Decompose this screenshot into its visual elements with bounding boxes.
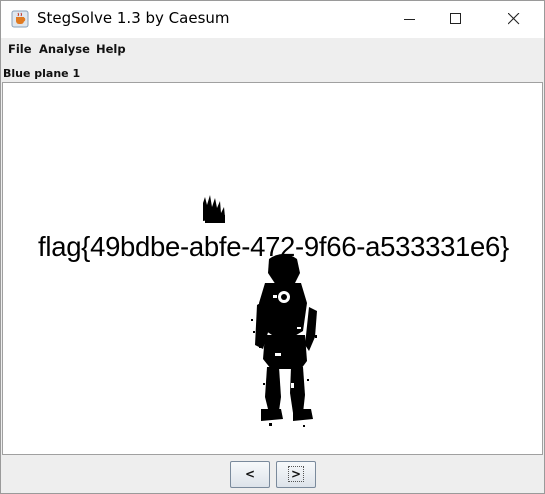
next-plane-button[interactable]: > [276,461,316,488]
menu-file[interactable]: File [8,42,32,56]
window-title: StegSolve 1.3 by Caesum [37,9,230,27]
flag-text: flag{49bdbe-abfe-472-9f66-a533331e6} [38,231,509,262]
close-button[interactable] [491,1,537,37]
title-bar[interactable]: StegSolve 1.3 by Caesum [1,1,544,38]
previous-plane-button[interactable]: < [230,461,270,488]
stegsolve-window: StegSolve 1.3 by Caesum File Analyse Hel… [0,0,545,494]
next-label: > [287,466,305,482]
previous-label: < [244,467,256,481]
plane-label: Blue plane 1 [3,67,81,80]
menu-help[interactable]: Help [96,42,126,56]
image-view: flag{49bdbe-abfe-472-9f66-a533331e6} [2,82,543,455]
java-cup-icon [11,10,29,28]
menu-bar: File Analyse Help [1,39,544,61]
bitplane-figure-image [203,195,317,427]
close-icon [508,13,520,25]
menu-analyse[interactable]: Analyse [39,42,90,56]
maximize-icon [450,13,461,24]
maximize-button[interactable] [433,1,479,37]
minimize-button[interactable] [387,1,433,37]
minimize-icon [404,19,415,20]
